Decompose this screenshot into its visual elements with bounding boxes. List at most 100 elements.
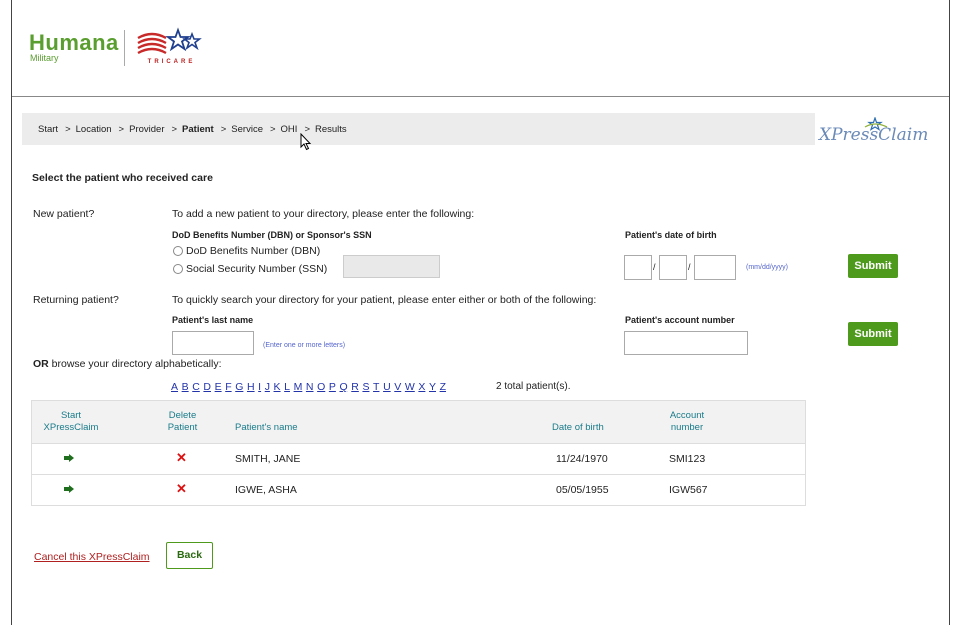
letter-link-c[interactable]: C	[192, 381, 200, 393]
letter-link-s[interactable]: S	[362, 381, 369, 393]
letter-link-x[interactable]: X	[418, 381, 425, 393]
patient-account: IGW567	[669, 484, 708, 496]
letter-link-j[interactable]: J	[265, 381, 270, 393]
account-number-label: Patient's account number	[625, 315, 735, 325]
dbn-radio-option[interactable]: DoD Benefits Number (DBN)	[173, 245, 320, 257]
ssn-radio-label: Social Security Number (SSN)	[186, 263, 328, 275]
letter-link-r[interactable]: R	[351, 381, 359, 393]
delete-x-icon[interactable]: ✕	[176, 450, 187, 466]
patient-table: Start XPressClaim Delete Patient Patient…	[31, 400, 806, 506]
table-row: ✕ IGWE, ASHA 05/05/1955 IGW567	[32, 475, 805, 506]
back-button[interactable]: Back	[166, 542, 213, 569]
letter-link-e[interactable]: E	[215, 381, 222, 393]
account-number-input[interactable]	[624, 331, 748, 355]
letter-link-p[interactable]: P	[329, 381, 336, 393]
page-frame: Humana Military TRICARE Start > Location > P…	[11, 0, 950, 625]
letter-link-o[interactable]: O	[317, 381, 325, 393]
last-name-input[interactable]	[172, 331, 254, 355]
patient-name: SMITH, JANE	[235, 453, 301, 465]
ssn-radio-option[interactable]: Social Security Number (SSN)	[173, 263, 327, 275]
patient-dob: 11/24/1970	[556, 453, 608, 465]
returning-patient-label: Returning patient?	[33, 294, 119, 306]
xpressclaim-logo: XPressClaim	[819, 117, 929, 151]
tricare-logo: TRICARE	[134, 26, 209, 68]
last-name-label: Patient's last name	[172, 315, 254, 325]
breadcrumb-item-patient: Patient	[182, 124, 214, 135]
start-arrow-icon[interactable]	[64, 454, 74, 462]
letter-link-t[interactable]: T	[373, 381, 379, 393]
letter-link-v[interactable]: V	[394, 381, 401, 393]
dob-format-hint: (mm/dd/yyyy)	[746, 264, 788, 271]
col-delete: Delete Patient	[167, 410, 198, 433]
letter-link-i[interactable]: I	[258, 381, 261, 393]
patient-account: SMI123	[669, 453, 706, 465]
dob-label: Patient's date of birth	[625, 230, 717, 240]
dob-separator: /	[688, 262, 691, 272]
breadcrumb-item-start: Start	[38, 124, 59, 135]
breadcrumb-separator: >	[269, 124, 276, 135]
letter-link-y[interactable]: Y	[429, 381, 436, 393]
returning-patient-instruction: To quickly search your directory for you…	[172, 294, 597, 306]
letter-link-l[interactable]: L	[284, 381, 290, 393]
last-name-hint: (Enter one or more letters)	[263, 342, 346, 349]
patient-name: IGWE, ASHA	[235, 484, 297, 496]
tricare-wordmark: TRICARE	[147, 59, 196, 65]
letter-link-g[interactable]: G	[235, 381, 243, 393]
breadcrumb-separator: >	[220, 124, 227, 135]
letter-link-b[interactable]: B	[182, 381, 189, 393]
dbn-ssn-label: DoD Benefits Number (DBN) or Sponsor's S…	[172, 230, 372, 240]
start-arrow-icon[interactable]	[64, 485, 74, 493]
letter-link-f[interactable]: F	[225, 381, 231, 393]
letter-link-k[interactable]: K	[274, 381, 281, 393]
breadcrumb-bar: Start > Location > Provider > Patient > Service >…	[22, 113, 815, 145]
browse-text: browse your directory alphabetically:	[48, 358, 222, 370]
new-patient-label: New patient?	[33, 208, 95, 220]
table-header: Start XPressClaim Delete Patient Patient…	[32, 401, 805, 444]
returning-patient-submit-button[interactable]: Submit	[848, 322, 898, 346]
logo-divider	[124, 30, 125, 66]
dob-day-input[interactable]	[659, 255, 687, 280]
letter-link-d[interactable]: D	[203, 381, 211, 393]
letter-link-u[interactable]: U	[383, 381, 391, 393]
col-account: Account number	[669, 410, 705, 433]
letter-link-m[interactable]: M	[294, 381, 303, 393]
breadcrumb-item-service: Service	[231, 124, 263, 135]
col-dob: Date of birth	[552, 422, 604, 433]
letter-link-z[interactable]: Z	[440, 381, 446, 393]
breadcrumb-item-location: Location	[75, 124, 112, 135]
dbn-radio-label: DoD Benefits Number (DBN)	[186, 245, 321, 257]
browse-label: OR browse your directory alphabetically:	[33, 358, 222, 370]
breadcrumb-separator: >	[171, 124, 178, 135]
breadcrumb-item-ohi: OHI	[280, 124, 298, 135]
col-start: Start XPressClaim	[43, 410, 99, 433]
browse-or: OR	[33, 358, 49, 370]
dbn-radio[interactable]	[173, 246, 183, 256]
breadcrumb-separator: >	[65, 124, 71, 135]
cancel-xpressclaim-link[interactable]: Cancel this XPressClaim	[34, 551, 150, 563]
alphabet-links: ABCDEFGHIJKLMNOPQRSTUVWXYZ	[171, 381, 450, 393]
new-patient-instruction: To add a new patient to your directory, …	[172, 208, 475, 220]
letter-link-n[interactable]: N	[306, 381, 314, 393]
dob-month-input[interactable]	[624, 255, 652, 280]
id-number-input[interactable]	[343, 255, 440, 278]
dob-year-input[interactable]	[694, 255, 736, 280]
ssn-radio[interactable]	[173, 264, 183, 274]
delete-x-icon[interactable]: ✕	[176, 481, 187, 497]
dob-separator: /	[653, 262, 656, 272]
breadcrumb-item-results: Results	[315, 124, 347, 135]
site-header: Humana Military TRICARE	[12, 0, 949, 97]
patient-count: 2 total patient(s).	[496, 381, 571, 392]
xpressclaim-logo-text: XPressClaim	[819, 125, 929, 145]
letter-link-q[interactable]: Q	[339, 381, 347, 393]
patient-dob: 05/05/1955	[556, 484, 609, 496]
letter-link-w[interactable]: W	[405, 381, 415, 393]
letter-link-a[interactable]: A	[171, 381, 178, 393]
breadcrumb-item-provider: Provider	[129, 124, 165, 135]
new-patient-submit-button[interactable]: Submit	[848, 254, 898, 278]
table-row: ✕ SMITH, JANE 11/24/1970 SMI123	[32, 444, 805, 475]
page-heading: Select the patient who received care	[32, 172, 213, 184]
mouse-cursor-icon	[300, 133, 312, 151]
humana-logo-sub: Military	[30, 53, 59, 63]
breadcrumb-separator: >	[118, 124, 125, 135]
letter-link-h[interactable]: H	[247, 381, 255, 393]
